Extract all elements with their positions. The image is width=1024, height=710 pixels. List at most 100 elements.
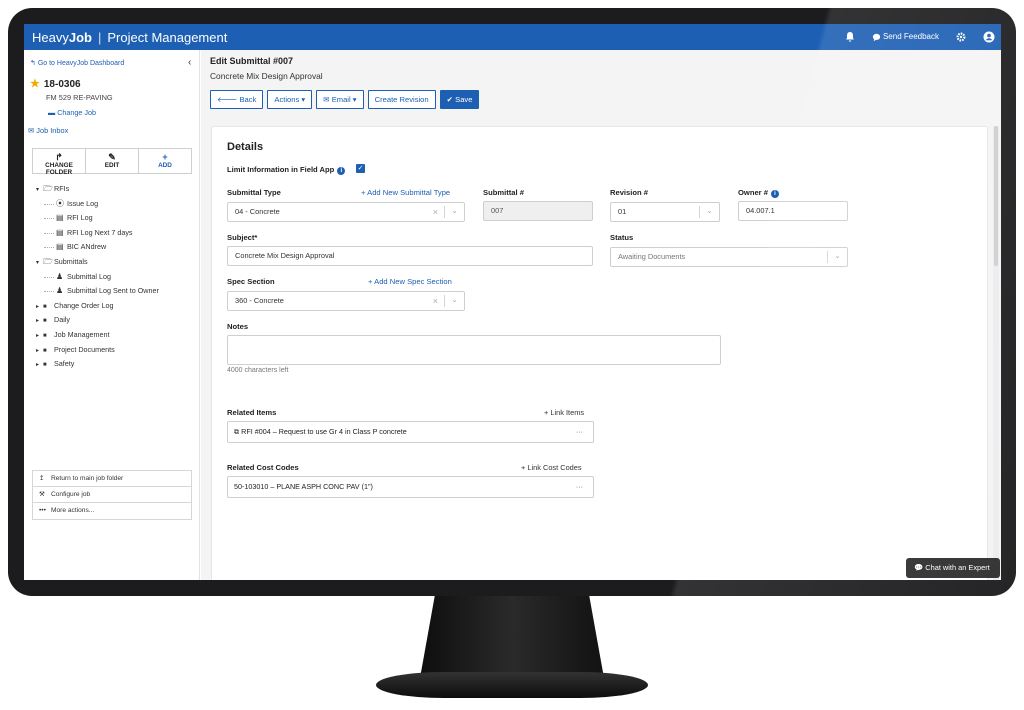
caret-right-icon[interactable]: ▸ (36, 329, 43, 344)
document-icon: ▤ (56, 213, 64, 223)
tree-folder[interactable]: ▸ ■ Change Order Log (36, 299, 196, 314)
revision-value: 01 (618, 207, 627, 216)
star-icon[interactable]: ★ (30, 78, 40, 90)
caret-right-icon[interactable]: ▸ (36, 358, 43, 373)
change-folder-button[interactable]: ↱ CHANGE FOLDER (33, 149, 86, 176)
owner-number-label: Owner # i (738, 188, 779, 198)
caret-right-icon[interactable]: ▸ (36, 344, 43, 359)
tree-folder[interactable]: ▸ ■ Project Documents (36, 343, 196, 358)
related-item-row[interactable]: ⧉ RFI #004 – Request to use Gr 4 in Clas… (227, 421, 594, 443)
sidebar-bottom-actions: ↥ Return to main job folder ⚒ Configure jo… (32, 470, 192, 520)
main-scrollbar[interactable] (993, 126, 999, 580)
job-number: ★ 18-0306 (30, 77, 81, 90)
tree-label: Daily (54, 315, 70, 325)
job-number-value: 18-0306 (43, 79, 81, 90)
caret-down-icon[interactable]: ▾ (36, 256, 43, 271)
tree-item[interactable]: ▤ BIC ANdrew (36, 240, 196, 255)
submittal-number-field: 007 (483, 201, 593, 221)
add-button[interactable]: + ADD (139, 149, 191, 173)
more-actions-button[interactable]: ••• More actions... (33, 503, 191, 519)
edit-button[interactable]: ✎ EDIT (86, 149, 139, 173)
tree-item[interactable]: ♟ Submittal Log (36, 270, 196, 285)
tree-folder[interactable]: ▸ ■ Daily (36, 313, 196, 328)
folder-open-icon: 🗁 (43, 184, 53, 193)
info-icon[interactable]: i (337, 167, 346, 175)
dashboard-link-label: Go to HeavyJob Dashboard (37, 60, 125, 67)
back-button[interactable]: 🡐 Back (210, 90, 264, 109)
clear-icon[interactable]: × (433, 203, 438, 221)
tree-label: Safety (54, 359, 75, 369)
collapse-sidebar-icon[interactable]: ‹ (188, 57, 191, 68)
tree-folder[interactable]: ▸ ■ Safety (36, 357, 196, 372)
toolbar: 🡐 Back Actions ▾ ✉ Email ▾ Create Revisi… (210, 90, 480, 109)
return-main-folder-label: Return to main job folder (51, 475, 124, 482)
save-label: Save (455, 95, 473, 104)
share-arrow-icon: ↱ (55, 152, 63, 162)
cost-code-text: 50-103010 – PLANE ASPH CONC PAV (1") (234, 482, 373, 491)
tree-folder[interactable]: ▾ 🗁Submittals (36, 255, 196, 270)
gear-icon[interactable] (955, 31, 967, 43)
caret-right-icon[interactable]: ▸ (36, 300, 43, 315)
job-inbox-link[interactable]: ✉ Job Inbox (28, 126, 68, 135)
folder-tree: ▾ 🗁RFIs ⦿ Issue Log ▤ RFI Log ▤ RFI Log Next 7 … (36, 182, 196, 372)
notes-textarea[interactable] (227, 335, 721, 365)
link-cost-codes-button[interactable]: + Link Cost Codes (521, 463, 582, 472)
details-heading: Details (227, 141, 264, 153)
clear-icon[interactable]: × (433, 292, 438, 310)
add-spec-section-label: Add New Spec Section (374, 277, 452, 286)
ellipsis-icon[interactable]: ··· (576, 422, 583, 442)
caret-right-icon[interactable]: ▸ (36, 314, 43, 329)
spec-section-select[interactable]: 360 - Concrete × ⌄ (227, 291, 465, 311)
add-submittal-type-label: Add New Submittal Type (367, 188, 451, 197)
subject-input[interactable]: Concrete Mix Design Approval (227, 246, 593, 266)
link-items-button[interactable]: + Link Items (544, 408, 584, 417)
brand-heavy: Heavy (32, 29, 69, 45)
owner-number-input[interactable]: 04.007.1 (738, 201, 848, 221)
ellipsis-icon[interactable]: ··· (576, 477, 583, 497)
app-brand[interactable]: HeavyJob | Project Management (24, 30, 227, 45)
send-feedback-button[interactable]: Send Feedback (872, 32, 939, 41)
chat-with-expert-button[interactable]: 💬 Chat with an Expert (906, 558, 1000, 578)
actions-button[interactable]: Actions ▾ (267, 90, 313, 109)
limit-field-app-checkbox[interactable]: ✓ (356, 164, 365, 173)
related-item-text: RFI #004 – Request to use Gr 4 in Class … (241, 427, 407, 436)
configure-job-button[interactable]: ⚒ Configure job (33, 487, 191, 503)
submittal-type-select[interactable]: 04 - Concrete × ⌄ (227, 202, 465, 222)
chevron-down-icon: ⌄ (444, 206, 464, 218)
tree-item[interactable]: ⦿ Issue Log (36, 197, 196, 212)
screen: HeavyJob | Project Management Send Feedbac… (24, 24, 1001, 580)
add-submittal-type-link[interactable]: + Add New Submittal Type (361, 188, 450, 197)
tree-label: BIC ANdrew (67, 242, 107, 252)
caret-down-icon: ▾ (350, 95, 357, 104)
job-name: FM 529 RE-PAVING (46, 93, 113, 102)
brand-separator: | (97, 29, 102, 45)
change-job-link[interactable]: ▬ Change Job (48, 108, 96, 117)
tree-item[interactable]: ▤ RFI Log Next 7 days (36, 226, 196, 241)
save-button[interactable]: ✔ Save (439, 90, 480, 109)
status-select[interactable]: Awaiting Documents ⌄ (610, 247, 848, 267)
add-spec-section-link[interactable]: + Add New Spec Section (368, 277, 452, 286)
revision-select[interactable]: 01 ⌄ (610, 202, 720, 222)
tree-item[interactable]: ▤ RFI Log (36, 211, 196, 226)
chat-bubble-icon: 💬 (914, 563, 926, 572)
dashboard-link[interactable]: ↰ Go to HeavyJob Dashboard (30, 59, 124, 67)
tree-folder[interactable]: ▾ 🗁RFIs (36, 182, 196, 197)
user-icon[interactable] (983, 31, 995, 43)
tree-item[interactable]: ♟ Submittal Log Sent to Owner (36, 284, 196, 299)
status-label: Status (610, 233, 634, 242)
revision-label: Revision # (610, 188, 648, 197)
return-main-folder-button[interactable]: ↥ Return to main job folder (33, 471, 191, 487)
tree-folder[interactable]: ▸ ■ Job Management (36, 328, 196, 343)
email-button[interactable]: ✉ Email ▾ (316, 90, 364, 109)
cost-code-row[interactable]: 50-103010 – PLANE ASPH CONC PAV (1") ··· (227, 476, 594, 498)
document-icon: ▤ (56, 227, 64, 237)
notes-label: Notes (227, 322, 249, 331)
caret-down-icon[interactable]: ▾ (36, 183, 43, 198)
bell-icon[interactable] (844, 31, 856, 43)
monitor-bezel: HeavyJob | Project Management Send Feedbac… (8, 8, 1016, 596)
folder-icon: ■ (43, 318, 47, 325)
info-icon[interactable]: i (770, 190, 779, 198)
brand-job: Job (68, 29, 92, 45)
create-revision-button[interactable]: Create Revision (367, 90, 436, 109)
configure-job-label: Configure job (51, 491, 91, 498)
